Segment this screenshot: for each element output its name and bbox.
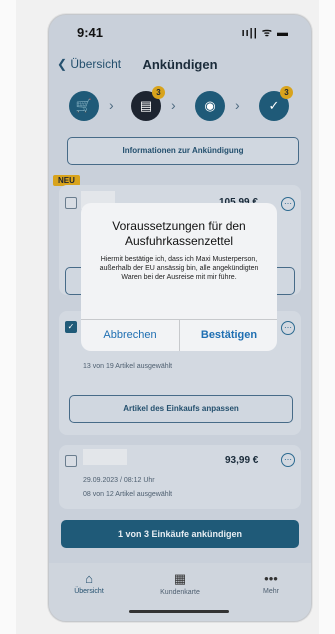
purchase-date: 29.09.2023 / 08:12 Uhr — [83, 477, 155, 484]
check-document-icon: ✓ — [268, 98, 280, 113]
page-margin-right — [319, 0, 335, 634]
customs-officer-icon: ◉ — [204, 98, 216, 113]
home-icon: ⌂ — [85, 571, 93, 586]
home-indicator — [129, 610, 229, 613]
cart-icon: 🛒 — [75, 98, 93, 113]
page-title: Ankündigen — [142, 57, 218, 72]
more-options-icon[interactable]: ⋯ — [281, 321, 295, 335]
tab-bar: ⌂ Übersicht ▦ Kundenkarte ••• Mehr — [49, 563, 311, 621]
purchase-checkbox[interactable] — [65, 455, 77, 467]
confirm-button[interactable]: Bestätigen — [180, 319, 278, 351]
chevron-right-icon: › — [171, 97, 176, 113]
phone-screen: 9:41 ıı|| ᯤ ▬ ❮ Übersicht Ankündigen 🛒 ›… — [48, 14, 312, 622]
selected-count: 13 von 19 Artikel ausgewählt — [83, 363, 173, 370]
more-options-icon[interactable]: ⋯ — [281, 453, 295, 467]
purchase-checkbox[interactable] — [65, 197, 77, 209]
status-icons: ıı|| ᯤ ▬ — [241, 27, 289, 39]
confirmation-dialog: Voraussetzungen für den Ausfuhrkassenzet… — [81, 203, 277, 351]
selected-count: 08 von 12 Artikel ausgewählt — [83, 491, 173, 498]
tab-more[interactable]: ••• Mehr — [231, 571, 311, 595]
tab-overview[interactable]: ⌂ Übersicht — [49, 571, 129, 595]
more-icon: ••• — [264, 571, 278, 586]
step-receipt[interactable]: ▤ 3 — [131, 86, 165, 121]
dialog-title: Voraussetzungen für den Ausfuhrkassenzet… — [112, 219, 246, 248]
step-badge: 3 — [152, 86, 165, 99]
tab-label: Kundenkarte — [160, 589, 200, 596]
cancel-button[interactable]: Abbrechen — [81, 319, 179, 351]
page-margin-left — [0, 0, 16, 634]
nav-bar: ❮ Übersicht Ankündigen — [49, 57, 311, 77]
announce-purchases-button[interactable]: 1 von 3 Einkäufe ankündigen — [61, 520, 299, 548]
step-cart[interactable]: 🛒 — [69, 91, 99, 121]
chevron-right-icon: › — [235, 97, 240, 113]
progress-steps: 🛒 › ▤ 3 › ◉ › ✓ 3 — [69, 86, 295, 131]
more-options-icon[interactable]: ⋯ — [281, 197, 295, 211]
status-time: 9:41 — [77, 25, 104, 40]
receipt-icon: ▤ — [139, 98, 153, 113]
info-button[interactable]: Informationen zur Ankündigung — [67, 137, 299, 165]
purchase-checkbox-checked[interactable]: ✓ — [65, 321, 77, 333]
purchase-price: 93,99 € — [225, 455, 259, 466]
step-confirm[interactable]: ✓ 3 — [259, 86, 293, 121]
dialog-message: Hiermit bestätige ich, dass ich Maxi Mus… — [99, 256, 259, 281]
tab-customer-card[interactable]: ▦ Kundenkarte — [140, 571, 220, 596]
chevron-right-icon: › — [109, 97, 114, 113]
step-badge: 3 — [280, 86, 293, 99]
tab-label: Übersicht — [74, 588, 104, 595]
tab-label: Mehr — [263, 588, 279, 595]
qr-code-icon: ▦ — [173, 571, 187, 586]
redacted-name — [83, 449, 127, 465]
purchase-card: 93,99 € ⋯ 29.09.2023 / 08:12 Uhr 08 von … — [59, 445, 301, 509]
adjust-items-button[interactable]: Artikel des Einkaufs anpassen — [69, 395, 293, 423]
status-bar: 9:41 ıı|| ᯤ ▬ — [49, 25, 311, 45]
step-customs[interactable]: ◉ — [195, 91, 225, 121]
